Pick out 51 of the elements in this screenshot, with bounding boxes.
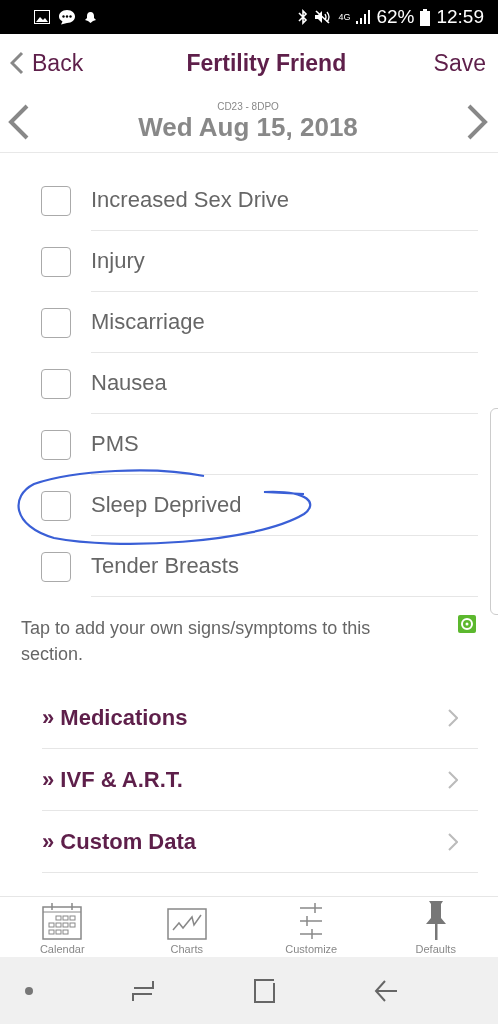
chevron-icon	[448, 708, 458, 727]
chevron-icon	[448, 770, 458, 789]
battery-percent: 62%	[376, 6, 415, 28]
section-row[interactable]: » IVF & A.R.T.	[42, 749, 478, 811]
tab-bar-item[interactable]: Customize	[249, 897, 374, 957]
checkbox[interactable]	[41, 246, 71, 277]
previous-day-icon[interactable]	[8, 104, 30, 140]
line-chart-icon	[166, 908, 207, 940]
app-title: Fertility Friend	[186, 49, 347, 77]
symptom-label[interactable]: PMS	[91, 414, 478, 475]
symptom-label[interactable]: Miscarriage	[91, 292, 478, 353]
checkbox[interactable]	[41, 429, 71, 460]
recents-icon[interactable]	[130, 978, 155, 1003]
back-button[interactable]: Back	[10, 49, 84, 77]
bluetooth-icon	[298, 9, 309, 25]
checkbox[interactable]	[41, 551, 71, 582]
back-arrow-icon[interactable]	[373, 978, 398, 1003]
signal-icon	[356, 10, 371, 24]
symptom-label[interactable]: Increased Sex Drive	[91, 170, 478, 231]
sliders-icon	[299, 902, 324, 940]
chevron-icon	[448, 832, 458, 851]
section-row[interactable]: » Custom Data	[42, 811, 478, 873]
tab-bar-item[interactable]: Calendar	[0, 897, 125, 957]
checkbox[interactable]	[41, 185, 71, 216]
battery-icon	[420, 8, 431, 26]
chat-icon	[58, 9, 76, 25]
tab-bar-item[interactable]: Defaults	[373, 897, 498, 957]
symptom-label[interactable]: Sleep Deprived	[91, 475, 478, 536]
gallery-icon	[34, 10, 50, 24]
clock-time: 12:59	[436, 6, 484, 28]
symptom-label[interactable]: Tender Breasts	[91, 536, 478, 597]
add-symptoms-hint[interactable]: Tap to add your own signs/symptoms to this section.	[21, 615, 421, 667]
pin-icon	[423, 900, 448, 940]
mute-icon	[314, 9, 333, 25]
section-row[interactable]: » Medications	[42, 687, 478, 749]
date-label: Wed Aug 15, 2018	[138, 112, 358, 143]
next-day-icon[interactable]	[466, 104, 488, 140]
symptom-label[interactable]: Nausea	[91, 353, 478, 414]
network-label: 4G	[338, 12, 351, 22]
checkbox[interactable]	[41, 490, 71, 521]
home-icon[interactable]	[252, 978, 277, 1003]
dot-icon	[25, 986, 33, 995]
calendar-icon	[42, 902, 83, 940]
gear-icon[interactable]	[458, 615, 476, 633]
cycle-day-label: CD23 - 8DPO	[217, 101, 279, 112]
symptom-label[interactable]: Injury	[91, 231, 478, 292]
checkbox[interactable]	[41, 368, 71, 399]
tab-bar-item[interactable]: Charts	[124, 897, 249, 957]
checkbox[interactable]	[41, 307, 71, 338]
save-button[interactable]: Save	[433, 49, 486, 77]
chevron-left-icon	[10, 51, 24, 75]
